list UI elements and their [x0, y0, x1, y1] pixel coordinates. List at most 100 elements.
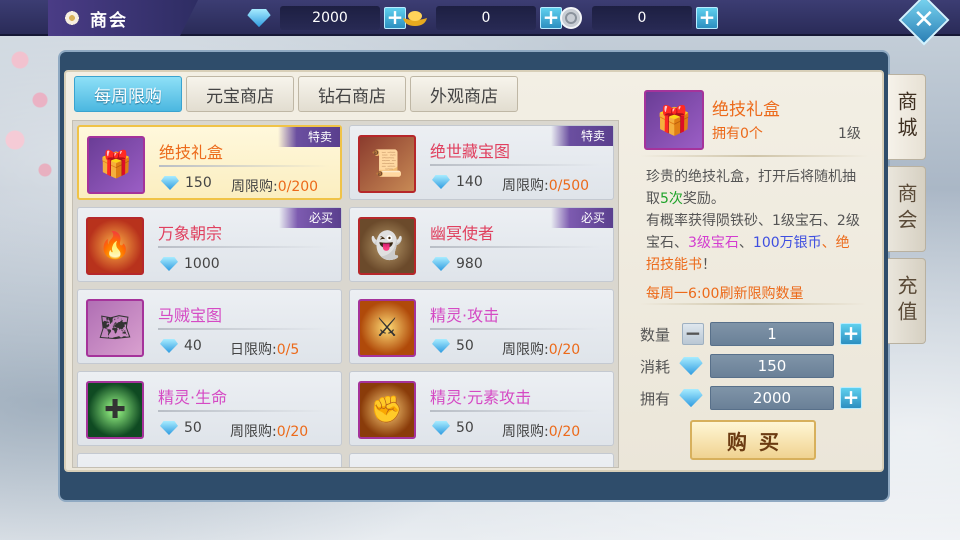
- item-name: 绝世藏宝图: [430, 142, 511, 161]
- must-buy-badge: 必买: [551, 208, 613, 228]
- diamond-icon: [244, 5, 274, 31]
- detail-item-name: 绝技礼盒: [712, 100, 780, 120]
- item-limit: 日限购:0/5: [230, 342, 300, 358]
- cost-label: 消耗: [640, 358, 671, 376]
- diamond-icon: [159, 175, 181, 191]
- gift-box-icon: 🎁: [87, 136, 145, 194]
- quantity-label: 数量: [640, 326, 671, 344]
- item-price: 150: [159, 175, 212, 191]
- divider: [158, 410, 328, 412]
- diamond-icon: [430, 420, 452, 436]
- buy-button[interactable]: 购买: [690, 420, 816, 460]
- diamond-icon: [430, 174, 452, 190]
- divider: [158, 246, 328, 248]
- item-price: 980: [430, 256, 483, 272]
- item-card-spirit-attack[interactable]: ⚔ 精灵·攻击 50 周限购:0/20: [349, 289, 614, 364]
- tab-weekly-limited[interactable]: 每周限购: [74, 76, 182, 112]
- silver-coin-icon: [556, 5, 586, 31]
- item-limit: 周限购:0/20: [230, 424, 309, 440]
- diamond-amount: 2000: [280, 6, 380, 30]
- item-limit: 周限购:0/20: [502, 424, 581, 440]
- add-diamond-button[interactable]: +: [840, 387, 862, 409]
- fist-icon: ✊: [358, 381, 416, 439]
- add-silver-button[interactable]: +: [696, 7, 718, 29]
- tab-appearance-shop[interactable]: 外观商店: [410, 76, 518, 112]
- tab-ingot-shop[interactable]: 元宝商店: [186, 76, 294, 112]
- item-price: 140: [430, 174, 483, 190]
- cherry-blossom-decoration: [0, 30, 60, 190]
- item-price: 50: [430, 338, 474, 354]
- divider: [158, 328, 328, 330]
- item-limit: 周限购:0/20: [502, 342, 581, 358]
- must-buy-badge: 必买: [279, 208, 341, 228]
- ingot-currency: 0 +: [400, 5, 562, 31]
- hooded-ghost-icon: 👻: [358, 217, 416, 275]
- silver-amount: 0: [592, 6, 692, 30]
- silver-currency: 0 +: [556, 5, 718, 31]
- shop-title-banner: 商会: [48, 0, 198, 36]
- side-tab-recharge[interactable]: 充值: [888, 258, 926, 344]
- item-price: 40: [158, 338, 202, 354]
- item-name: 幽冥使者: [430, 224, 495, 243]
- diamond-currency: 2000 +: [244, 5, 406, 31]
- item-card-spirit-element[interactable]: ✊ 精灵·元素攻击 50 周限购:0/20: [349, 371, 614, 446]
- tab-diamond-shop[interactable]: 钻石商店: [298, 76, 406, 112]
- treasure-scroll-icon: 📜: [358, 135, 416, 193]
- item-card-wanxiang[interactable]: 🔥 万象朝宗 1000 必买: [77, 207, 342, 282]
- close-icon: ✕: [898, 0, 950, 46]
- blade-slash-icon: ⚔: [358, 299, 416, 357]
- page-title: 商会: [90, 10, 128, 31]
- item-price: 50: [430, 420, 474, 436]
- item-name: 万象朝宗: [158, 224, 223, 243]
- item-card-partial[interactable]: [349, 453, 614, 467]
- refresh-note: 每周一6:00刷新限购数量: [646, 286, 804, 302]
- item-card-ghost-envoy[interactable]: 👻 幽冥使者 980 必买: [349, 207, 614, 282]
- detail-owned-count: 拥有0个: [712, 126, 763, 142]
- item-price: 1000: [158, 256, 220, 272]
- item-price: 50: [158, 420, 202, 436]
- item-name: 绝技礼盒: [159, 143, 224, 162]
- divider: [430, 410, 600, 412]
- divider: [159, 165, 329, 167]
- side-tab-guild[interactable]: 商会: [888, 166, 926, 252]
- diamond-icon: [158, 256, 180, 272]
- gold-ingot-icon: [400, 5, 430, 31]
- gift-box-icon: 🎁: [644, 90, 704, 150]
- item-limit: 周限购:0/500: [502, 178, 590, 194]
- side-tab-mall[interactable]: 商城: [888, 74, 926, 160]
- divider: [430, 164, 600, 166]
- close-button[interactable]: ✕: [898, 0, 950, 46]
- item-name: 精灵·元素攻击: [430, 388, 532, 407]
- ingot-amount: 0: [436, 6, 536, 30]
- item-name: 马贼宝图: [158, 306, 223, 325]
- detail-level: 1级: [838, 126, 861, 142]
- diamond-icon: [158, 338, 180, 354]
- cost-value: 150: [710, 354, 834, 378]
- sale-badge: 特卖: [551, 126, 613, 146]
- golden-flame-icon: 🔥: [86, 217, 144, 275]
- diamond-icon: [430, 338, 452, 354]
- divider: [640, 303, 866, 305]
- owned-label: 拥有: [640, 390, 671, 408]
- item-card-partial[interactable]: [77, 453, 342, 467]
- green-sparkle-icon: ✚: [86, 381, 144, 439]
- diamond-icon: [677, 356, 706, 377]
- top-bar: 商会 2000 + 0 + 0 + ✕: [0, 0, 960, 46]
- quantity-input[interactable]: 1: [710, 322, 834, 346]
- diamond-icon: [677, 388, 706, 409]
- item-card-spirit-life[interactable]: ✚ 精灵·生命 50 周限购:0/20: [77, 371, 342, 446]
- divider: [430, 246, 600, 248]
- item-list[interactable]: 🎁 绝技礼盒 150 周限购:0/200 特卖 📜 绝世藏宝图 140 周限购:…: [72, 120, 619, 468]
- item-name: 精灵·攻击: [430, 306, 500, 325]
- item-card-treasure-map[interactable]: 📜 绝世藏宝图 140 周限购:0/500 特卖: [349, 125, 614, 200]
- quantity-decrease-button[interactable]: −: [682, 323, 704, 345]
- flower-emblem-icon: [62, 8, 82, 28]
- item-card-skill-gift-box[interactable]: 🎁 绝技礼盒 150 周限购:0/200 特卖: [77, 125, 342, 200]
- quantity-increase-button[interactable]: +: [840, 323, 862, 345]
- owned-diamonds-value: 2000: [710, 386, 834, 410]
- item-description: 珍贵的绝技礼盒，打开后将随机抽取5次奖励。 有概率获得陨铁砂、1级宝石、2级宝石、…: [646, 169, 860, 273]
- bandit-map-icon: 🗺: [86, 299, 144, 357]
- item-card-bandit-map[interactable]: 🗺 马贼宝图 40 日限购:0/5: [77, 289, 342, 364]
- divider: [640, 155, 868, 157]
- item-limit: 周限购:0/200: [231, 179, 319, 195]
